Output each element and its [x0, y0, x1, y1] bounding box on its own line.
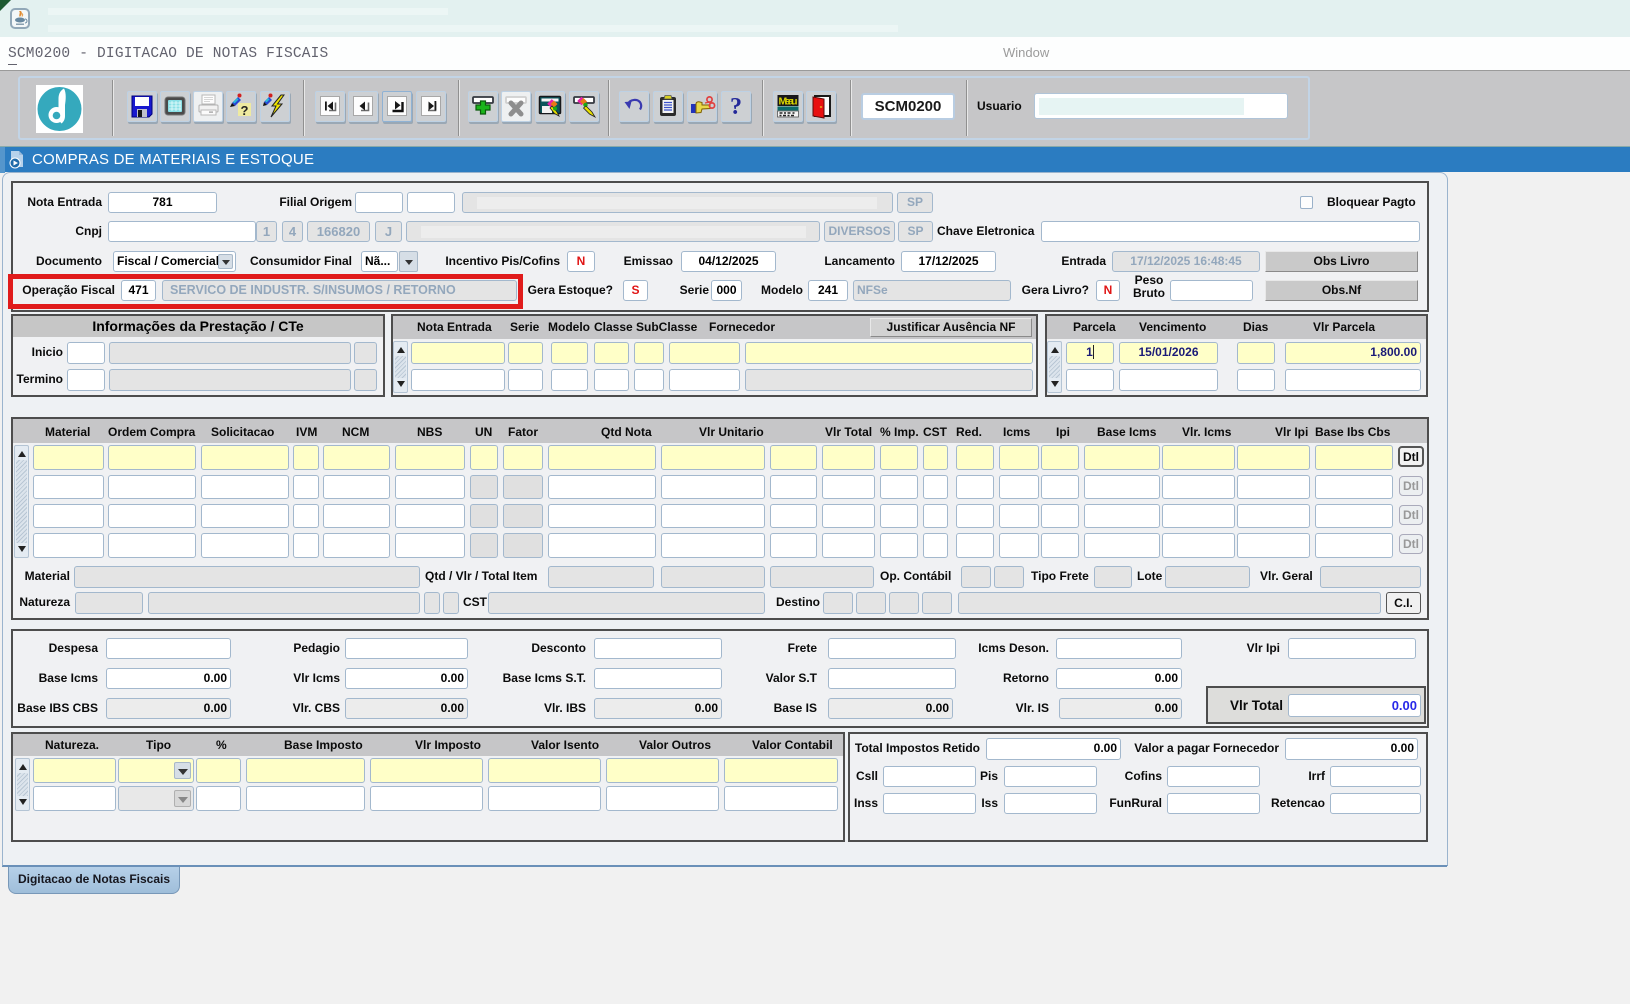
svg-text:?: ? [241, 103, 249, 118]
svg-text:?: ? [730, 94, 742, 120]
svg-text:Meau: Meau [779, 96, 798, 108]
